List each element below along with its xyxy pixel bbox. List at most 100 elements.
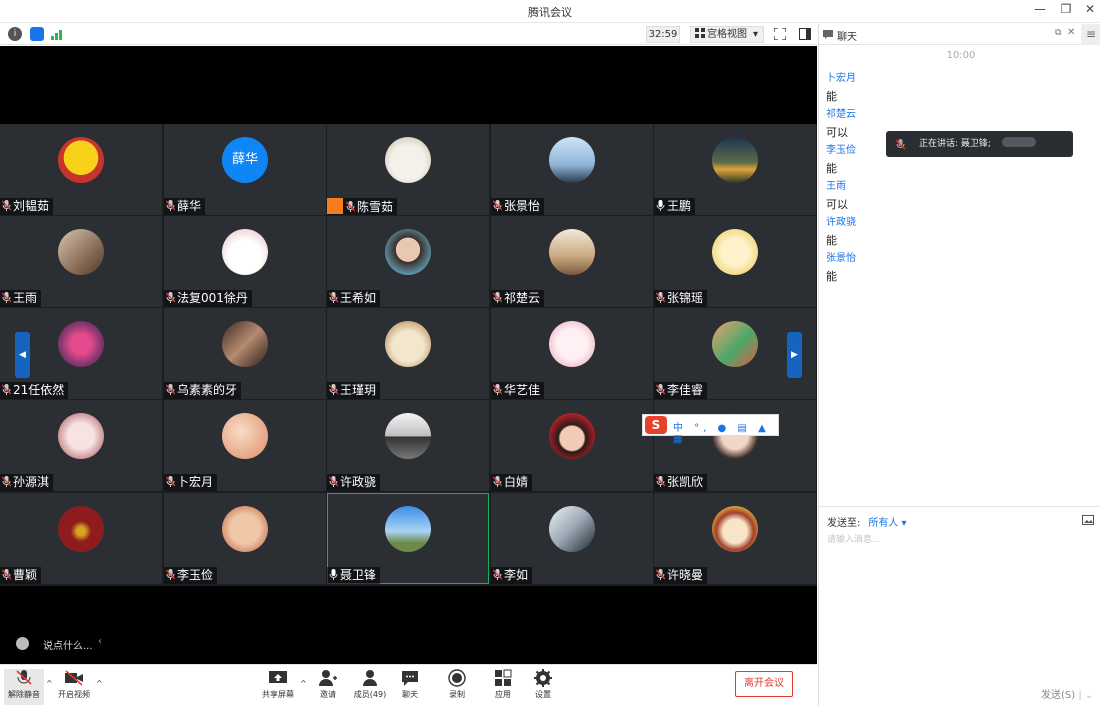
ime-icons[interactable]: 中 °, ● ▤ ▲ ▦ [673,419,778,445]
participant-tile[interactable]: 张景怡 [491,124,653,215]
participant-tile[interactable]: 许政骁 [327,400,489,491]
message-sender[interactable]: 张景怡 [826,250,1096,268]
apps-icon [495,669,512,686]
avatar [222,506,268,552]
participant-tile[interactable]: 许晓曼 [654,493,816,584]
sidebar-toggle-icon[interactable] [799,28,811,40]
apps-button[interactable]: 应用 [483,669,523,705]
participant-tile[interactable]: 刘韫茹 [0,124,162,215]
members-icon [363,670,377,686]
participant-tile[interactable]: 白婧 [491,400,653,491]
send-to-select[interactable]: 所有人 ▾ [868,518,906,529]
participant-name-tag: 孙源淇 [0,474,54,491]
participant-tile[interactable]: 张锦瑶 [654,216,816,307]
participant-name: 21任依然 [13,383,65,397]
view-mode-button[interactable]: 宫格视图 ▾ [690,26,764,43]
participant-tile[interactable]: 薛华 薛华 [164,124,326,215]
gear-icon [534,669,552,687]
video-options-caret[interactable]: ^ [96,679,103,688]
next-page-button[interactable]: ▶ [787,332,802,378]
participant-name-tag: 李如 [491,567,533,584]
ime-toolbar[interactable]: S 中 °, ● ▤ ▲ ▦ [642,414,779,445]
participant-name-tag: 李佳睿 [654,382,708,399]
participant-name: 曹颖 [13,568,38,582]
participant-tile[interactable]: 卜宏月 [164,400,326,491]
avatar [385,229,431,275]
minimize-button[interactable]: — [1028,2,1052,20]
fullscreen-icon[interactable] [774,28,786,40]
meeting-timer: 32:59 [646,26,680,43]
avatar [549,413,595,459]
chat-input[interactable]: 请输入消息... [827,532,881,545]
participant-tile[interactable]: 乌素素的牙 [164,308,326,399]
title-bar: 腾讯会议 — ❐ ✕ [0,0,1100,23]
participant-tile[interactable]: 陈雪茹 [327,124,489,215]
participant-name-tag: 李玉俭 [164,567,218,584]
participant-tile[interactable]: 李玉俭 [164,493,326,584]
speaking-text: 正在讲话: 聂卫锋; [919,139,991,149]
sogou-logo-icon: S [645,416,667,434]
participant-tile[interactable]: 华艺佳 [491,308,653,399]
participant-tile[interactable]: 曹颖 [0,493,162,584]
info-icon[interactable]: i [8,27,22,41]
start-video-button[interactable]: 开启视频 [54,669,94,705]
close-button[interactable]: ✕ [1078,2,1100,20]
participant-name: 陈雪茹 [357,200,394,214]
participant-tile[interactable]: 王雨 [0,216,162,307]
participant-tile[interactable]: 孙源淇 [0,400,162,491]
participant-name-tag: 卜宏月 [164,474,218,491]
avatar [712,229,758,275]
quick-chat-bar[interactable]: 说点什么... ‹ [0,634,120,654]
leave-meeting-button[interactable]: 离开会议 [735,671,793,697]
camera-off-icon [65,670,83,686]
participant-name: 祁楚云 [504,291,541,305]
mic-muted-icon [493,476,502,487]
share-screen-icon [269,671,287,683]
mic-muted-icon [346,201,355,212]
record-button[interactable]: 录制 [437,669,477,705]
emoji-icon[interactable] [16,637,29,650]
collapse-icon[interactable]: ‹ [98,636,102,647]
participant-tile[interactable]: 李如 [491,493,653,584]
avatar [712,506,758,552]
participant-tile[interactable]: 王希如 [327,216,489,307]
send-to-row: 发送至: 所有人 ▾ [827,514,907,529]
participant-tile[interactable]: 法复001徐丹 [164,216,326,307]
members-button[interactable]: 成员(49) [350,669,390,705]
popout-icon[interactable]: ⧉ [1055,28,1061,38]
participant-tile[interactable]: 祁楚云 [491,216,653,307]
mic-muted-icon [493,292,502,303]
participant-tile[interactable]: 王鹏 [654,124,816,215]
close-chat-icon[interactable]: ✕ [1067,27,1075,38]
share-screen-button[interactable]: 共享屏幕 [258,669,298,705]
image-icon[interactable] [1082,515,1094,525]
message-sender[interactable]: 祁楚云 [826,106,1096,124]
participant-tile[interactable]: 聂卫锋 [327,493,489,584]
participant-name-tag: 华艺佳 [491,382,545,399]
shield-icon[interactable] [30,27,44,41]
menu-icon[interactable]: ≡ [1081,24,1100,45]
grid-icon [695,28,705,38]
restore-button[interactable]: ❐ [1054,2,1078,20]
participant-name: 王希如 [340,291,377,305]
audio-options-caret[interactable]: ^ [46,679,53,688]
participant-tile[interactable]: 王瑾玥 [327,308,489,399]
settings-button[interactable]: 设置 [523,669,563,705]
message-text: 能 [826,162,837,175]
avatar [549,229,595,275]
invite-icon [319,670,337,686]
invite-button[interactable]: 邀请 [308,669,348,705]
mic-muted-icon [329,292,338,303]
message-sender[interactable]: 王雨 [826,178,1096,196]
message-sender[interactable]: 许政骁 [826,214,1096,232]
chat-button[interactable]: 聊天 [390,669,430,705]
unmute-button[interactable]: 解除静音 [4,669,44,705]
share-options-caret[interactable]: ^ [300,679,307,688]
message-text: 可以 [826,198,848,211]
chat-panel: 聊天 ⧉ ✕ ≡ 10:00 卜宏月 能 祁楚云 可以 李玉俭 能 王雨 可以 … [818,24,1100,706]
send-button[interactable]: 发送(S) | ⌄ [1041,686,1093,701]
message-sender[interactable]: 卜宏月 [826,70,1096,88]
avatar [549,321,595,367]
signal-icon[interactable] [50,28,64,40]
prev-page-button[interactable]: ◀ [15,332,30,378]
